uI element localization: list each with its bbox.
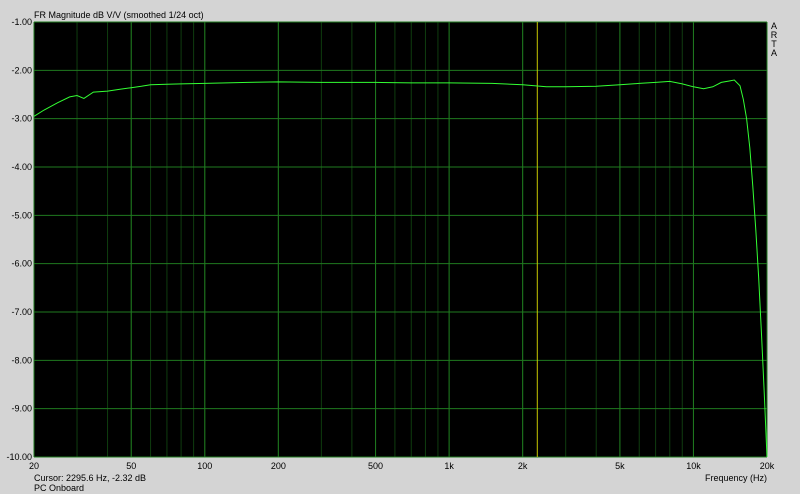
y-tick-labels: -1.00 -2.00 -3.00 -4.00 -5.00 -6.00 -7.00 -8.00… bbox=[6, 17, 32, 462]
y-tick-label: -6.00 bbox=[11, 259, 32, 269]
x-tick-label: 20k bbox=[760, 461, 775, 471]
y-tick-label: -9.00 bbox=[11, 404, 32, 414]
x-tick-labels: 20 50 100 200 500 1k 2k 5k 10k 20k bbox=[29, 461, 775, 471]
x-tick-label: 500 bbox=[368, 461, 383, 471]
chart-title: FR Magnitude dB V/V (smoothed 1/24 oct) bbox=[34, 10, 204, 20]
y-tick-label: -4.00 bbox=[11, 162, 32, 172]
y-tick-label: -7.00 bbox=[11, 307, 32, 317]
x-tick-label: 10k bbox=[686, 461, 701, 471]
cursor-readout: Cursor: 2295.6 Hz, -2.32 dB bbox=[34, 473, 147, 483]
x-tick-label: 100 bbox=[197, 461, 212, 471]
y-tick-label: -5.00 bbox=[11, 210, 32, 220]
x-axis-label: Frequency (Hz) bbox=[704, 473, 767, 483]
brand-letter: A bbox=[770, 48, 777, 58]
device-name: PC Onboard bbox=[34, 483, 85, 493]
fr-chart[interactable]: 20 50 100 200 500 1k 2k 5k 10k 20k -1.00 -2.00 -3.0… bbox=[0, 0, 800, 494]
x-tick-label: 1k bbox=[444, 461, 454, 471]
plot-area[interactable] bbox=[34, 22, 767, 457]
x-tick-label: 20 bbox=[29, 461, 39, 471]
y-tick-label: -2.00 bbox=[11, 65, 32, 75]
y-tick-label: -10.00 bbox=[6, 452, 32, 462]
y-tick-label: -8.00 bbox=[11, 355, 32, 365]
x-tick-label: 5k bbox=[615, 461, 625, 471]
x-tick-label: 2k bbox=[518, 461, 528, 471]
x-tick-label: 50 bbox=[126, 461, 136, 471]
y-tick-label: -1.00 bbox=[11, 17, 32, 27]
y-tick-label: -3.00 bbox=[11, 114, 32, 124]
x-tick-label: 200 bbox=[271, 461, 286, 471]
